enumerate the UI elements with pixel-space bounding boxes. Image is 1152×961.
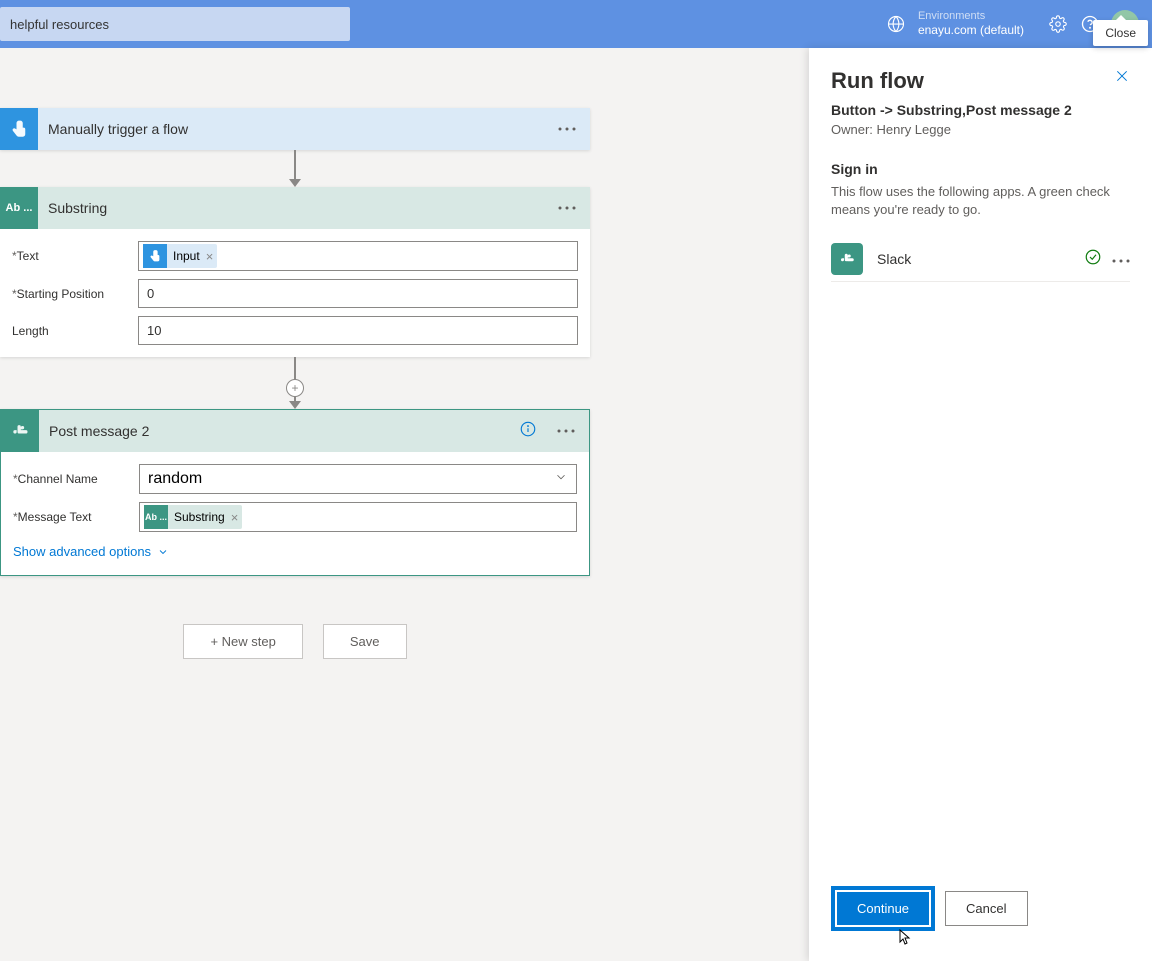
text-op-icon: Ab ... [0,187,38,229]
trigger-title: Manually trigger a flow [38,121,544,137]
param-label: *Text [12,249,138,263]
substring-card: Ab ... Substring *Text Input × [0,187,590,357]
panel-subtitle: Button -> Substring,Post message 2 [831,102,1130,118]
cancel-button[interactable]: Cancel [945,891,1027,926]
slack-card: Post message 2 *Channel Name random [0,409,590,576]
app-name: Slack [877,251,1084,267]
param-label: Length [12,324,138,338]
channel-dropdown[interactable]: random [139,464,577,494]
app-row-slack: Slack [831,237,1130,282]
continue-focus-ring: Continue [831,886,935,931]
cursor-icon [895,929,911,949]
touch-icon [0,108,38,150]
slack-icon [831,243,863,275]
connector: + [0,357,590,409]
flow-canvas: Manually trigger a flow Ab ... Substring… [0,48,809,961]
token-substring[interactable]: Ab ... Substring × [144,505,242,529]
signin-desc: This flow uses the following apps. A gre… [831,183,1130,219]
panel-owner: Owner: Henry Legge [831,122,1130,137]
continue-button[interactable]: Continue [837,892,929,925]
token-remove-icon[interactable]: × [206,249,214,264]
param-label: *Message Text [13,510,139,524]
info-icon[interactable] [519,420,537,443]
param-label: *Channel Name [13,472,139,486]
new-step-button[interactable]: + New step [183,624,302,659]
token-remove-icon[interactable]: × [231,510,239,525]
environment-picker[interactable]: Environments enayu.com (default) [884,10,1038,38]
touch-icon [143,244,167,268]
card-menu-icon[interactable] [544,127,590,131]
length-input[interactable] [143,319,573,342]
save-button[interactable]: Save [323,624,407,659]
card-menu-icon[interactable] [543,429,589,433]
check-circle-icon [1084,248,1102,271]
show-advanced-link[interactable]: Show advanced options [13,540,577,563]
message-input[interactable]: Ab ... Substring × [139,502,577,532]
add-action-button[interactable]: + [286,379,304,397]
close-icon[interactable] [1114,68,1130,89]
top-bar: Environments enayu.com (default) [0,0,1152,48]
chevron-down-icon [554,470,568,489]
run-flow-panel: Run flow Button -> Substring,Post messag… [809,48,1152,961]
substring-header[interactable]: Ab ... Substring [0,187,590,229]
panel-title: Run flow [831,68,924,94]
substring-title: Substring [38,200,544,216]
text-input[interactable]: Input × [138,241,578,271]
param-label: *Starting Position [12,287,138,301]
gear-icon[interactable] [1046,12,1070,36]
slack-header[interactable]: Post message 2 [1,410,589,452]
search-input[interactable] [0,7,350,41]
connector [0,150,590,187]
starting-position-input[interactable] [143,282,573,305]
globe-icon [884,12,908,36]
slack-title: Post message 2 [39,423,519,439]
close-tooltip: Close [1093,20,1148,46]
slack-icon [1,410,39,452]
app-menu-icon[interactable] [1112,250,1130,268]
text-op-icon: Ab ... [144,505,168,529]
trigger-card[interactable]: Manually trigger a flow [0,108,590,150]
env-value: enayu.com (default) [918,23,1024,37]
card-menu-icon[interactable] [544,206,590,210]
token-input[interactable]: Input × [143,244,217,268]
signin-heading: Sign in [831,161,1130,177]
env-label: Environments [918,10,1024,23]
